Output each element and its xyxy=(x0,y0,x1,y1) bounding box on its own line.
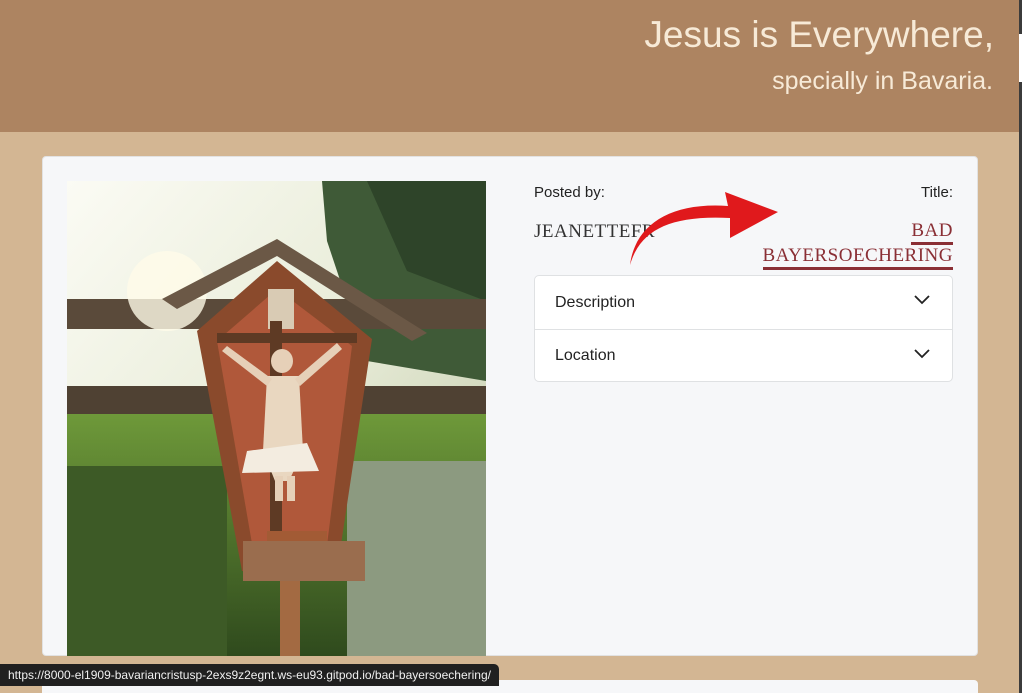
hero-banner: Jesus is Everywhere, specially in Bavari… xyxy=(0,0,1020,132)
chevron-down-icon xyxy=(914,295,930,305)
accordion-location-label: Location xyxy=(555,347,616,364)
post-title-line-1: BAD xyxy=(911,220,953,245)
post-photo[interactable] xyxy=(67,181,486,656)
accordion-description[interactable]: Description xyxy=(535,276,952,329)
post-title-link[interactable]: BAD BAYERSOECHERING xyxy=(762,220,953,270)
post-title-line-2: BAYERSOECHERING xyxy=(762,245,953,270)
crucifix-shrine-image xyxy=(67,181,486,656)
red-arrow-icon xyxy=(630,192,778,265)
hero-subtitle: specially in Bavaria. xyxy=(772,67,993,95)
chevron-down-icon xyxy=(914,349,930,359)
hero-title: Jesus is Everywhere, xyxy=(644,14,994,55)
post-details-accordion: Description Location xyxy=(534,275,953,382)
accordion-location[interactable]: Location xyxy=(535,329,952,382)
title-label: Title: xyxy=(921,184,953,201)
link-status-url: https://8000-el1909-bavariancristusp-2ex… xyxy=(0,664,499,686)
posted-by-label: Posted by: xyxy=(534,184,605,201)
accordion-description-label: Description xyxy=(555,293,636,311)
